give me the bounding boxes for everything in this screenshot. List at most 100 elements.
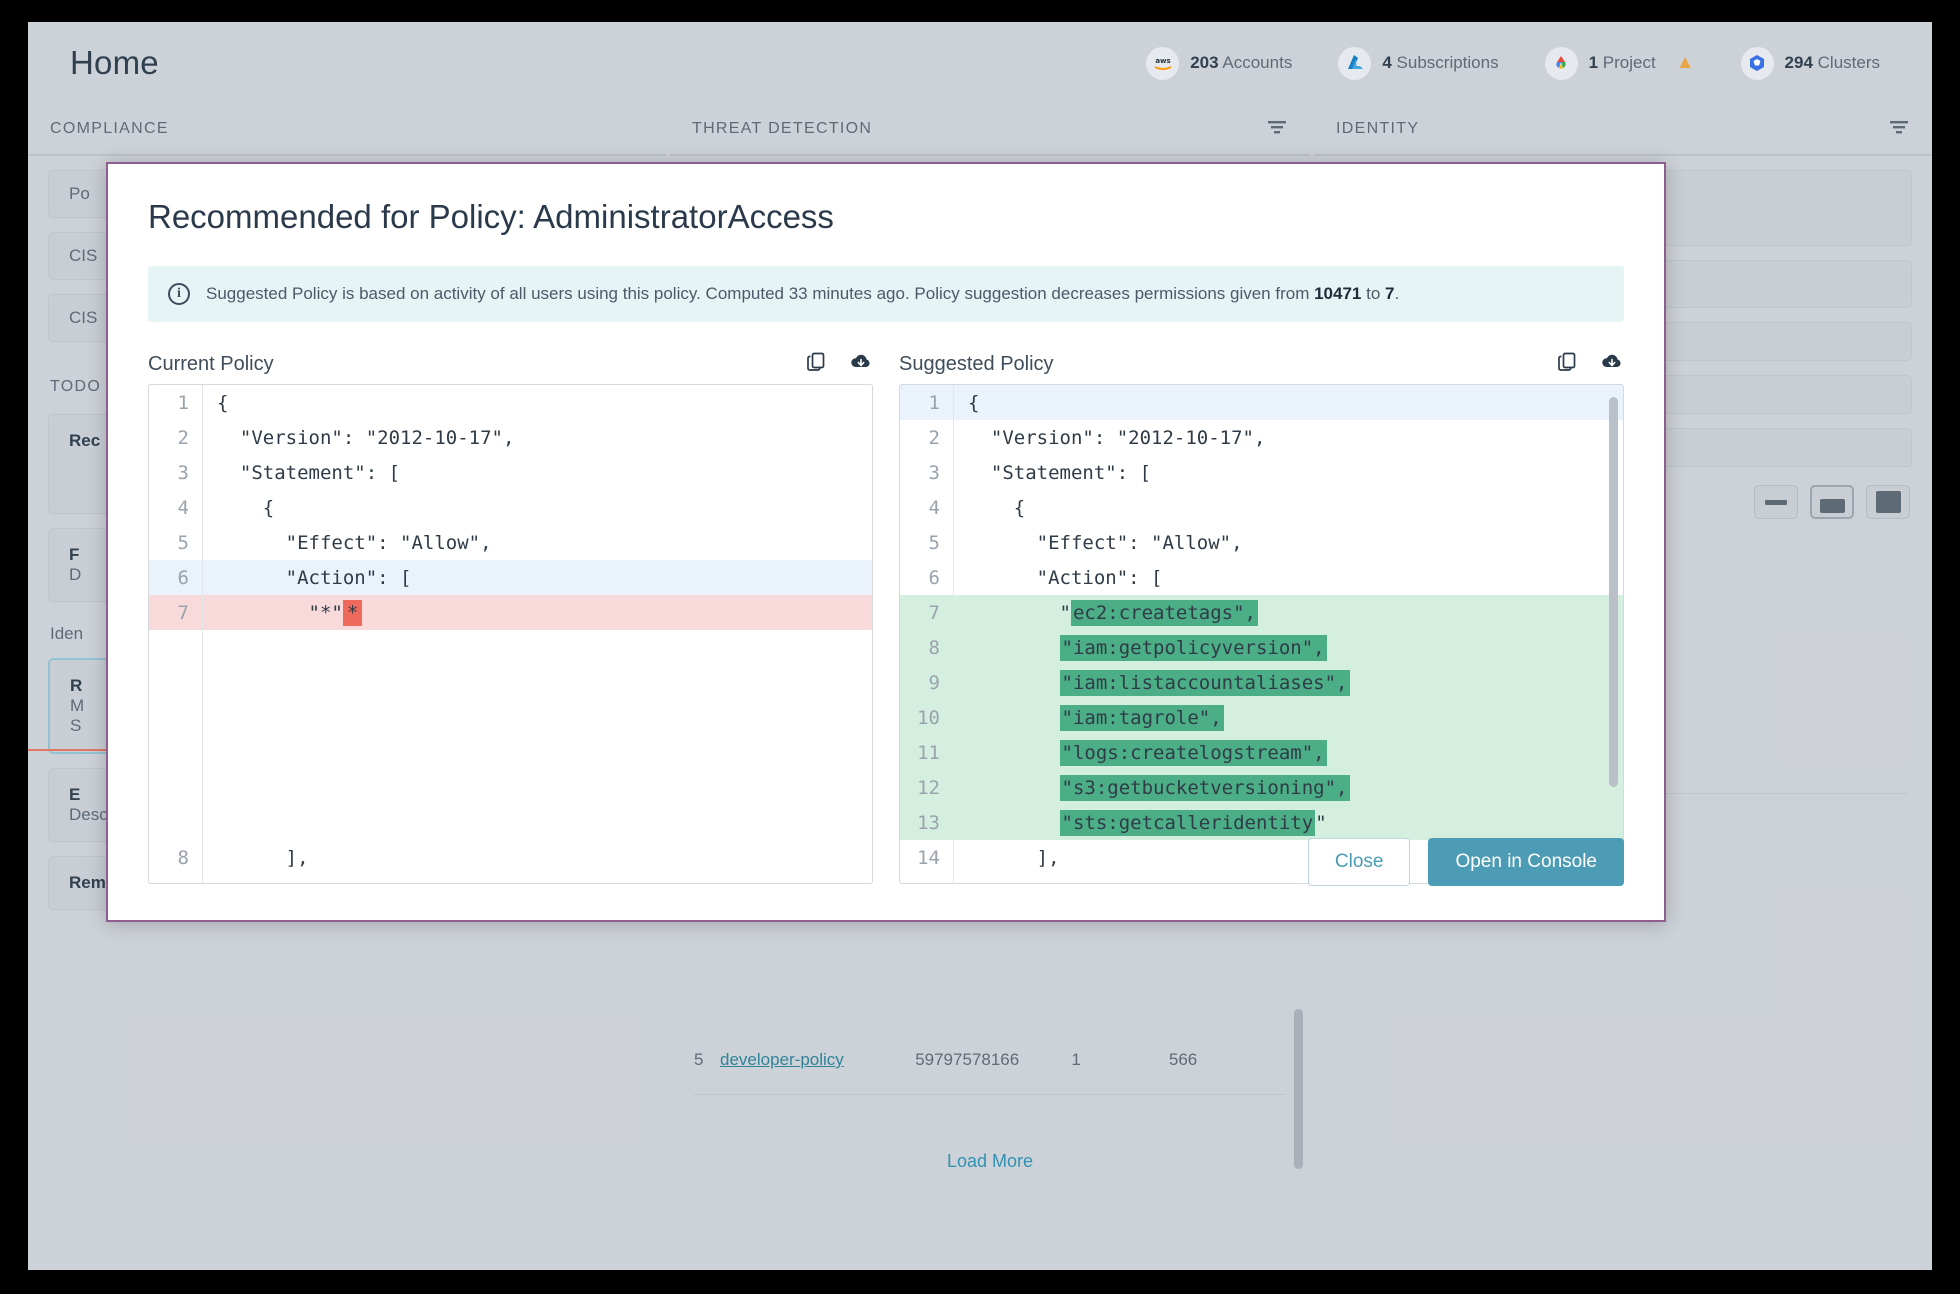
line-number: 14 <box>900 840 954 875</box>
line-number: 3 <box>149 455 203 490</box>
code-text: "Resource": [ <box>203 882 435 884</box>
code-text: "Action": [ <box>968 566 1163 589</box>
line-number <box>149 770 203 805</box>
code-line: 8 "iam:getpolicyversion", <box>900 630 1623 665</box>
suggested-policy-code[interactable]: 1{2 "Version": "2012-10-17", 3 "Statement… <box>899 384 1624 884</box>
code-line: 11 "logs:createlogstream", <box>900 735 1623 770</box>
code-text: ], <box>217 846 309 869</box>
line-number <box>149 700 203 735</box>
code-text: "sts:getcalleridentity " <box>1059 809 1327 836</box>
recommended-policy-modal: Recommended for Policy: AdministratorAcc… <box>106 162 1666 922</box>
code-line: 3 "Statement": [ <box>149 455 872 490</box>
code-line <box>149 805 872 840</box>
line-number: 2 <box>149 420 203 455</box>
current-policy-label: Current Policy <box>148 352 274 375</box>
code-line <box>149 665 872 700</box>
line-number <box>149 735 203 770</box>
line-number: 12 <box>900 770 954 805</box>
code-line: 10 "iam:tagrole", <box>900 700 1623 735</box>
code-line: 4 { <box>900 490 1623 525</box>
current-policy-pane: Current Policy 1 {2 "Version": "2012-10… <box>148 344 873 884</box>
line-number: 5 <box>149 525 203 560</box>
current-policy-code[interactable]: 1{2 "Version": "2012-10-17", 3 "Statement… <box>148 384 873 884</box>
suggested-policy-scrollbar[interactable] <box>1609 397 1618 787</box>
app-viewport: Home aws 203 Accounts 4 Subscriptions 1 … <box>28 22 1932 1270</box>
line-number: 9 <box>149 875 203 883</box>
line-number: 3 <box>900 455 954 490</box>
code-line: 6 "Action": [ <box>149 560 872 595</box>
code-line: 5 "Effect": "Allow", <box>900 525 1623 560</box>
code-text: "Effect": "Allow", <box>968 531 1243 554</box>
line-number: 4 <box>900 490 954 525</box>
code-line: 7 " ec2:createtags", <box>900 595 1623 630</box>
code-token-highlight: ec2:createtags", <box>1070 599 1258 626</box>
code-text: "Effect": "Allow", <box>217 531 492 554</box>
code-text: "Statement": [ <box>217 461 401 484</box>
line-number: 6 <box>900 560 954 595</box>
code-line: 5 "Effect": "Allow", <box>149 525 872 560</box>
code-text: "iam:getpolicyversion", <box>954 634 1327 661</box>
code-line: 13 "sts:getcalleridentity " <box>900 805 1623 840</box>
current-policy-lines: 1{2 "Version": "2012-10-17", 3 "Statement… <box>149 385 872 883</box>
code-line: 6 "Action": [ <box>900 560 1623 595</box>
code-line: 7 "*" * <box>149 595 872 630</box>
suggested-policy-header: Suggested Policy <box>899 344 1624 384</box>
code-token-highlight: "s3:getbucketversioning", <box>1059 774 1350 801</box>
code-text: "Version": "2012-10-17", <box>217 426 515 449</box>
code-text: "s3:getbucketversioning", <box>954 774 1350 801</box>
code-line: 2 "Version": "2012-10-17", <box>149 420 872 455</box>
code-line: 12 "s3:getbucketversioning", <box>900 770 1623 805</box>
code-line: 1{ <box>900 385 1623 420</box>
code-line <box>149 630 872 665</box>
code-token-highlight: "iam:listaccountaliases", <box>1059 669 1350 696</box>
code-token-highlight: "iam:getpolicyversion", <box>1059 634 1327 661</box>
download-cloud-icon[interactable] <box>849 352 873 377</box>
line-number: 2 <box>900 420 954 455</box>
code-text: "Statement": [ <box>968 461 1152 484</box>
line-number: 13 <box>900 805 954 840</box>
line-number: 10 <box>900 700 954 735</box>
copy-icon[interactable] <box>1557 351 1578 378</box>
code-line <box>149 770 872 805</box>
modal-header: Recommended for Policy: AdministratorAcc… <box>108 164 1664 236</box>
code-text: "iam:tagrole", <box>954 704 1224 731</box>
line-number: 1 <box>900 385 954 420</box>
line-number: 11 <box>900 735 954 770</box>
code-token-highlight: "logs:createlogstream", <box>1059 739 1327 766</box>
line-number: 9 <box>900 665 954 700</box>
code-text: "iam:listaccountaliases", <box>954 669 1350 696</box>
info-from-value: 10471 <box>1314 284 1362 303</box>
code-text: " ec2:createtags", <box>968 599 1258 626</box>
code-line: 1{ <box>149 385 872 420</box>
code-line <box>149 735 872 770</box>
modal-footer: Close Open in Console <box>1307 838 1624 886</box>
suggested-policy-pane: Suggested Policy 1 {2 "Version": "2012-… <box>899 344 1624 884</box>
code-text: "Version": "2012-10-17", <box>968 426 1266 449</box>
line-number: 4 <box>149 490 203 525</box>
line-number: 8 <box>149 840 203 875</box>
open-in-console-button[interactable]: Open in Console <box>1428 838 1624 886</box>
code-line: 9 "iam:listaccountaliases", <box>900 665 1623 700</box>
close-button[interactable]: Close <box>1307 838 1411 886</box>
code-token-highlight: "iam:tagrole", <box>1059 704 1224 731</box>
copy-icon[interactable] <box>806 351 827 378</box>
line-number: 7 <box>900 595 954 630</box>
info-banner: i Suggested Policy is based on activity … <box>148 266 1624 322</box>
code-text: { <box>968 496 1026 519</box>
code-text: "*" * <box>203 599 363 626</box>
code-text: { <box>217 391 229 414</box>
line-number: 8 <box>900 630 954 665</box>
code-text: { <box>968 391 980 414</box>
code-line: 9 "Resource": [ <box>149 875 872 883</box>
code-line: 2 "Version": "2012-10-17", <box>900 420 1623 455</box>
code-text: "Resource": [ <box>954 882 1186 884</box>
policy-panes: Current Policy 1 {2 "Version": "2012-10… <box>148 344 1624 884</box>
code-token-highlight: * <box>342 599 363 626</box>
info-banner-text: Suggested Policy is based on activity of… <box>206 284 1400 303</box>
line-number: 15 <box>900 875 954 883</box>
code-text: "logs:createlogstream", <box>954 739 1327 766</box>
line-number: 5 <box>900 525 954 560</box>
download-cloud-icon[interactable] <box>1600 352 1624 377</box>
code-line: 8 ], <box>149 840 872 875</box>
code-token-highlight: "sts:getcalleridentity <box>1059 809 1316 836</box>
